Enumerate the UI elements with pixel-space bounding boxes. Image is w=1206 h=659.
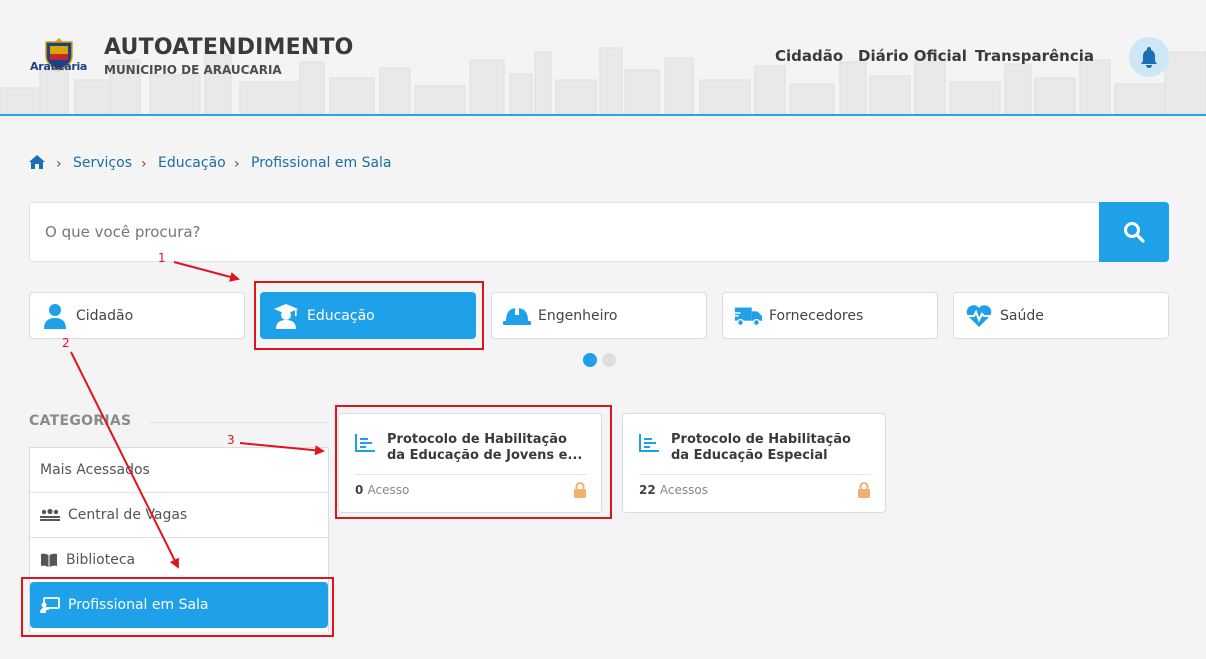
profile-tab-fornecedores[interactable]: Fornecedores — [722, 292, 938, 339]
categories-divider — [150, 422, 328, 423]
search-box — [29, 202, 1169, 262]
annotation-number-2: 2 — [62, 336, 70, 350]
category-biblioteca[interactable]: Biblioteca — [30, 538, 328, 583]
profile-tab-label: Educação — [307, 307, 375, 324]
profile-tab-educacao[interactable]: Educação — [260, 292, 476, 339]
category-central-de-vagas[interactable]: Central de Vagas — [30, 493, 328, 538]
breadcrumb-chevron: › — [234, 156, 240, 172]
profile-tab-label: Saúde — [1000, 307, 1044, 324]
service-card[interactable]: Protocolo de Habilitação da Educação de … — [338, 413, 602, 513]
site-title: AUTOATENDIMENTO — [104, 35, 354, 60]
profile-tab-label: Cidadão — [76, 307, 134, 324]
breadcrumb-chevron: › — [56, 156, 62, 172]
access-count-number: 22 — [639, 483, 656, 497]
truck-icon — [733, 304, 763, 328]
annotation-arrow-1 — [173, 261, 240, 282]
annotation-number-1: 1 — [158, 251, 166, 265]
chart-icon — [639, 434, 659, 452]
graduate-icon — [271, 303, 301, 329]
breadcrumb-servicos[interactable]: Serviços — [73, 155, 132, 171]
access-count: 22 Acessos — [639, 483, 708, 497]
search-icon — [1124, 222, 1145, 243]
category-label: Central de Vagas — [68, 507, 188, 523]
search-input[interactable] — [30, 203, 1100, 261]
profile-tab-engenheiro[interactable]: Engenheiro — [491, 292, 707, 339]
hardhat-icon — [502, 305, 532, 327]
category-label: Biblioteca — [66, 552, 136, 568]
notifications-button[interactable] — [1129, 37, 1169, 77]
category-label: Mais Acessados — [40, 462, 150, 478]
nav-diario-oficial[interactable]: Diário Oficial — [858, 47, 967, 65]
profile-tab-cidadao[interactable]: Cidadão — [29, 292, 245, 339]
card-divider — [355, 474, 587, 475]
book-icon — [40, 553, 58, 567]
home-icon[interactable] — [28, 154, 46, 170]
annotation-number-3: 3 — [227, 433, 235, 447]
carousel-dot-2[interactable] — [602, 353, 616, 367]
access-count-number: 0 — [355, 483, 364, 497]
logo-text: Araucária — [30, 60, 88, 73]
category-mais-acessados[interactable]: Mais Acessados — [30, 448, 328, 493]
service-card[interactable]: Protocolo de Habilitação da Educação Esp… — [622, 413, 886, 513]
lock-icon — [858, 482, 870, 498]
users-group-icon — [40, 508, 60, 522]
categories-title: CATEGORIAS — [29, 413, 132, 429]
search-button[interactable] — [1099, 202, 1169, 262]
category-profissional-em-sala[interactable]: Profissional em Sala — [30, 582, 328, 628]
teacher-board-icon — [40, 597, 60, 613]
profile-tab-saude[interactable]: Saúde — [953, 292, 1169, 339]
site-header: Araucária AUTOATENDIMENTO MUNICIPIO DE A… — [0, 0, 1206, 116]
breadcrumb-educacao[interactable]: Educação — [158, 155, 226, 171]
heart-pulse-icon — [964, 304, 994, 328]
person-icon — [40, 303, 70, 329]
profile-tab-label: Engenheiro — [538, 307, 618, 324]
carousel-dot-1[interactable] — [583, 353, 597, 367]
lock-icon — [574, 482, 586, 498]
card-divider — [639, 474, 871, 475]
profile-tab-label: Fornecedores — [769, 307, 864, 324]
chart-icon — [355, 434, 375, 452]
nav-transparencia[interactable]: Transparência — [975, 47, 1094, 65]
breadcrumb-chevron: › — [141, 156, 147, 172]
access-count-unit: Acessos — [659, 483, 708, 497]
access-count: 0 Acesso — [355, 483, 409, 497]
bell-icon — [1141, 47, 1157, 68]
category-label: Profissional em Sala — [68, 597, 209, 613]
site-subtitle: MUNICIPIO DE ARAUCARIA — [104, 63, 282, 77]
service-title: Protocolo de Habilitação da Educação de … — [387, 432, 583, 463]
nav-cidadao[interactable]: Cidadão — [775, 47, 843, 65]
service-title: Protocolo de Habilitação da Educação Esp… — [671, 432, 851, 463]
access-count-unit: Acesso — [367, 483, 410, 497]
breadcrumb-profissional-em-sala[interactable]: Profissional em Sala — [251, 155, 392, 171]
